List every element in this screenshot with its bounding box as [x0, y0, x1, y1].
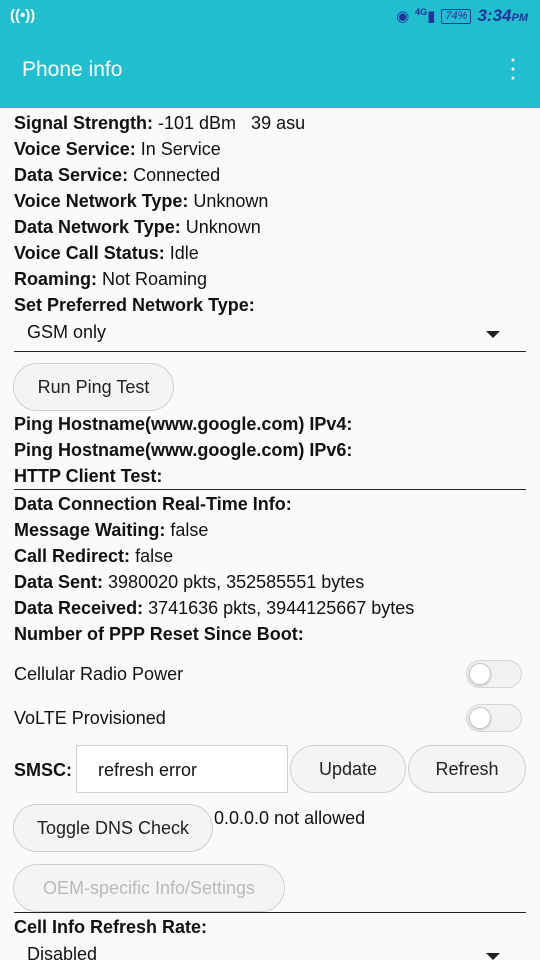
voice-call-status-label: Voice Call Status: — [14, 243, 165, 263]
message-waiting-value: false — [170, 520, 209, 540]
data-received-row: Data Received: 3741636 pkts, 3944125667 … — [14, 597, 414, 619]
data-service-value: Connected — [133, 165, 221, 185]
voice-service-value: In Service — [140, 139, 221, 159]
toggle-dns-check-button[interactable]: Toggle DNS Check — [13, 804, 213, 852]
clock-ampm: PM — [511, 12, 529, 24]
call-redirect-value: false — [135, 546, 174, 566]
cell-info-refresh-value: Disabled — [27, 944, 98, 960]
data-sent-row: Data Sent: 3980020 pkts, 352585551 bytes — [14, 571, 364, 593]
page-title: Phone info — [22, 58, 123, 81]
clock: 3:34PM — [477, 6, 528, 26]
roaming-row: Roaming: Not Roaming — [14, 268, 207, 290]
volte-provisioned-label: VoLTE Provisioned — [14, 708, 166, 728]
voice-call-status-row: Voice Call Status: Idle — [14, 242, 199, 264]
message-waiting-label: Message Waiting: — [14, 520, 166, 540]
preferred-network-spinner[interactable]: GSM only — [14, 316, 526, 352]
switch-knob — [469, 663, 491, 685]
oem-settings-button[interactable]: OEM-specific Info/Settings — [13, 864, 285, 912]
voice-network-type-label: Voice Network Type: — [14, 191, 189, 211]
divider — [14, 489, 526, 490]
call-redirect-row: Call Redirect: false — [14, 545, 173, 567]
preferred-network-label: Set Preferred Network Type: — [14, 295, 255, 315]
dropdown-arrow-icon — [486, 331, 500, 338]
data-service-label: Data Service: — [14, 165, 129, 185]
app-bar: Phone info · · · — [0, 34, 540, 108]
preferred-network-value: GSM only — [27, 322, 107, 342]
cellular-signal-icon: 4G▮ — [415, 7, 436, 25]
voice-service-row: Voice Service: In Service — [14, 138, 221, 160]
realtime-info-header: Data Connection Real-Time Info: — [14, 494, 292, 514]
roaming-value: Not Roaming — [102, 269, 208, 289]
switch-knob — [469, 707, 491, 729]
smsc-label: SMSC: — [14, 760, 72, 780]
ppp-reset-label: Number of PPP Reset Since Boot: — [14, 624, 304, 644]
run-ping-test-button[interactable]: Run Ping Test — [13, 363, 174, 411]
smsc-input-value: refresh error — [98, 760, 198, 780]
voice-call-status-value: Idle — [169, 243, 199, 263]
volte-provisioned-switch[interactable] — [466, 704, 522, 732]
main-content: Signal Strength: -101 dBm 39 asu Voice S… — [0, 108, 540, 960]
signal-strength-row: Signal Strength: -101 dBm 39 asu — [14, 112, 305, 134]
voice-network-type-value: Unknown — [193, 191, 269, 211]
cellular-radio-power-label: Cellular Radio Power — [14, 664, 184, 684]
dropdown-arrow-icon — [486, 953, 500, 960]
voice-service-label: Voice Service: — [14, 139, 136, 159]
data-service-row: Data Service: Connected — [14, 164, 220, 186]
status-bar: ((•)) ◉ 4G▮ 74% 3:34PM — [0, 0, 540, 34]
overflow-menu-icon[interactable]: · · · — [508, 45, 518, 89]
data-network-type-row: Data Network Type: Unknown — [14, 216, 261, 238]
signal-strength-value: -101 dBm 39 asu — [158, 113, 306, 133]
cell-info-refresh-spinner[interactable]: Disabled — [14, 938, 526, 960]
message-waiting-row: Message Waiting: false — [14, 519, 208, 541]
battery-icon: 74% — [441, 8, 472, 24]
smsc-input[interactable]: refresh error — [76, 745, 288, 793]
update-button[interactable]: Update — [290, 745, 406, 793]
data-network-type-value: Unknown — [185, 217, 261, 237]
voice-network-type-row: Voice Network Type: Unknown — [14, 190, 268, 212]
clock-time: 3:34 — [477, 6, 512, 25]
ping-ipv6-label: Ping Hostname(www.google.com) IPv6: — [14, 440, 353, 460]
ping-ipv4-label: Ping Hostname(www.google.com) IPv4: — [14, 414, 353, 434]
wifi-signal-icon: ◉ — [396, 8, 410, 25]
data-sent-value: 3980020 pkts, 352585551 bytes — [108, 572, 365, 592]
network-type: 4G — [415, 7, 428, 17]
refresh-button[interactable]: Refresh — [408, 745, 526, 793]
data-network-type-label: Data Network Type: — [14, 217, 181, 237]
signal-strength-label: Signal Strength: — [14, 113, 153, 133]
divider — [14, 912, 526, 913]
http-client-test-label: HTTP Client Test: — [14, 466, 163, 486]
roaming-label: Roaming: — [14, 269, 97, 289]
cellular-radio-power-switch[interactable] — [466, 660, 522, 688]
hotspot-icon: ((•)) — [10, 7, 36, 24]
call-redirect-label: Call Redirect: — [14, 546, 131, 566]
data-sent-label: Data Sent: — [14, 572, 104, 592]
cell-info-refresh-label: Cell Info Refresh Rate: — [14, 917, 208, 937]
dns-check-status: 0.0.0.0 not allowed — [214, 808, 366, 828]
data-received-value: 3741636 pkts, 3944125667 bytes — [148, 598, 415, 618]
data-received-label: Data Received: — [14, 598, 144, 618]
